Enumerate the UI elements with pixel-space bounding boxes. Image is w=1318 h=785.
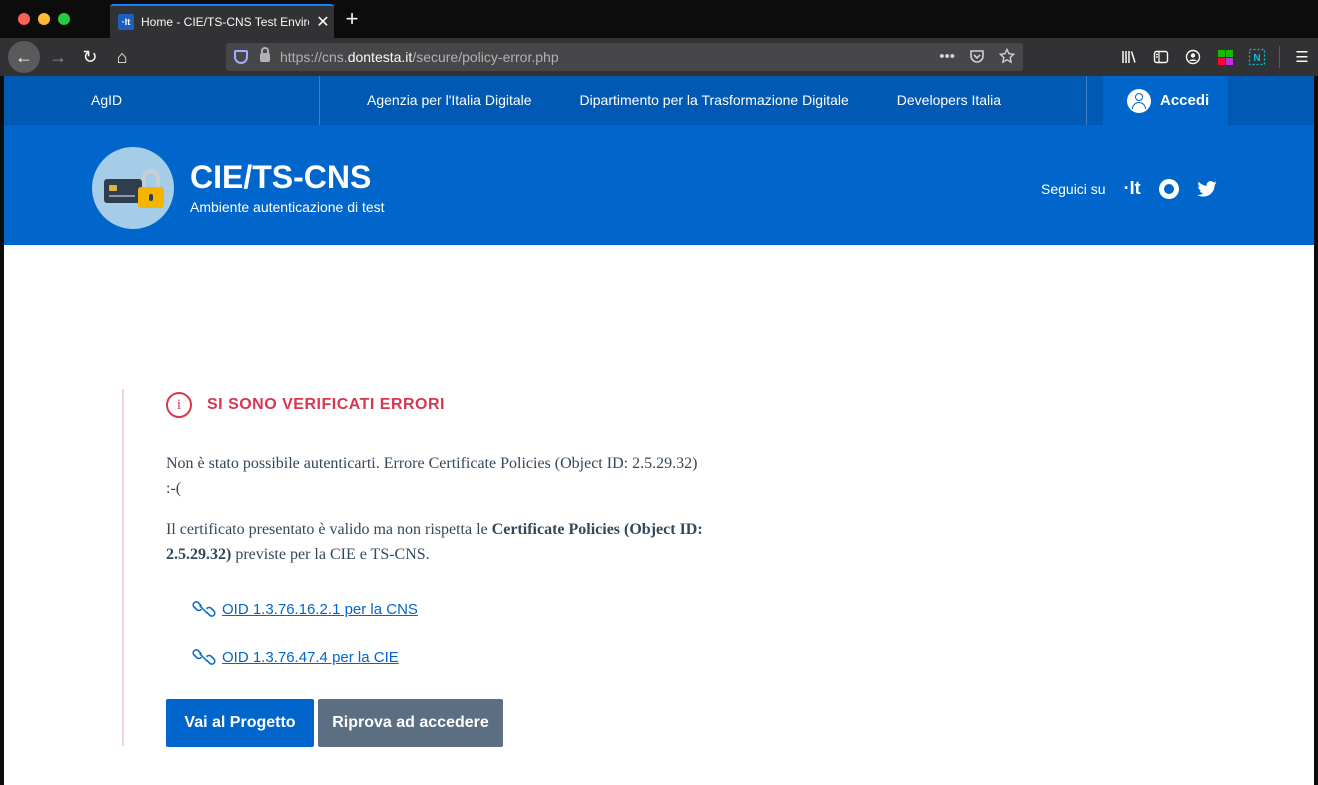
reload-button[interactable]: ↻ xyxy=(74,41,106,73)
tracking-shield-icon[interactable] xyxy=(234,50,248,64)
pocket-icon[interactable] xyxy=(969,48,985,68)
url-host: dontesta.it xyxy=(347,49,413,65)
forward-button[interactable]: → xyxy=(42,41,74,73)
tab-title: Home - CIE/TS-CNS Test Environment xyxy=(141,15,309,29)
github-icon[interactable] xyxy=(1158,178,1179,199)
project-button[interactable]: Vai al Progetto xyxy=(166,699,314,747)
sidebar-icon[interactable] xyxy=(1145,41,1177,73)
slim-links: Agenzia per l'Italia Digitale Dipartimen… xyxy=(367,92,1001,108)
error-heading: SI SONO VERIFICATI ERRORI xyxy=(207,396,445,413)
padlock-keyhole xyxy=(149,194,153,201)
tab-close-icon[interactable]: ✕ xyxy=(315,12,331,32)
error-detail-post: previste per la CIE e TS-CNS. xyxy=(231,546,430,563)
card-icon xyxy=(104,179,142,203)
login-label: Accedi xyxy=(1160,92,1210,109)
follow-label: Seguici su xyxy=(1041,180,1106,197)
slim-owner-link[interactable]: AgID xyxy=(91,92,122,108)
url-path: /secure/policy-error.php xyxy=(412,49,559,65)
brand-title[interactable]: CIE/TS-CNS xyxy=(190,159,371,196)
center-header: CIE/TS-CNS Ambiente autenticazione di te… xyxy=(4,125,1314,245)
callout-title: i SI SONO VERIFICATI ERRORI xyxy=(166,392,445,418)
url-bar[interactable]: https://cns.dontesta.it/secure/policy-er… xyxy=(226,43,1023,71)
back-button[interactable]: ← xyxy=(8,41,40,73)
info-circle-icon: i xyxy=(166,392,192,418)
error-detail-pre: Il certificato presentato è valido ma no… xyxy=(166,521,492,538)
slim-link-developers[interactable]: Developers Italia xyxy=(897,92,1001,108)
extension-n-icon[interactable]: N xyxy=(1241,41,1273,73)
twitter-icon[interactable] xyxy=(1196,180,1217,197)
slim-link-dipartimento[interactable]: Dipartimento per la Trasformazione Digit… xyxy=(580,92,849,108)
error-callout: i SI SONO VERIFICATI ERRORI Non è stato … xyxy=(122,389,722,747)
account-icon[interactable] xyxy=(1177,41,1209,73)
user-icon xyxy=(1127,88,1151,113)
browser-window: ·It Home - CIE/TS-CNS Test Environment ✕… xyxy=(0,0,1318,785)
toolbar-icons: N ☰ xyxy=(1113,41,1318,73)
card-chip xyxy=(109,185,117,191)
lock-icon[interactable] xyxy=(260,46,270,62)
url-prefix: https://cns. xyxy=(280,49,348,65)
designers-italia-icon[interactable]: ·It xyxy=(1124,178,1141,199)
slim-link-agid[interactable]: Agenzia per l'Italia Digitale xyxy=(367,92,532,108)
login-button[interactable]: Accedi xyxy=(1103,76,1228,125)
maximize-window-button[interactable] xyxy=(58,13,70,25)
extension-mosaic-icon[interactable] xyxy=(1209,41,1241,73)
oid-cie-label: OID 1.3.76.47.4 per la CIE xyxy=(222,648,399,666)
slim-divider xyxy=(1086,76,1087,125)
link-icon xyxy=(192,601,216,617)
error-message: Non è stato possibile autenticarti. Erro… xyxy=(166,455,698,497)
close-window-button[interactable] xyxy=(18,13,30,25)
error-detail: Il certificato presentato è valido ma no… xyxy=(166,517,706,567)
oid-cns-label: OID 1.3.76.16.2.1 per la CNS xyxy=(222,600,418,618)
menu-icon[interactable]: ☰ xyxy=(1286,41,1318,73)
new-tab-button[interactable]: + xyxy=(340,6,364,32)
cie-logo-icon[interactable] xyxy=(92,147,174,229)
link-icon xyxy=(192,649,216,665)
retry-login-button[interactable]: Riprova ad accedere xyxy=(318,699,503,747)
library-icon[interactable] xyxy=(1113,41,1145,73)
browser-tab[interactable]: ·It Home - CIE/TS-CNS Test Environment ✕ xyxy=(110,4,334,38)
url-actions: ••• xyxy=(939,47,1016,68)
svg-text:N: N xyxy=(1253,53,1260,64)
oid-cns-link[interactable]: OID 1.3.76.16.2.1 per la CNS xyxy=(192,597,418,621)
page-actions-icon[interactable]: ••• xyxy=(939,48,955,68)
web-page: AgID Agenzia per l'Italia Digitale Dipar… xyxy=(4,76,1314,785)
url-text[interactable]: https://cns.dontesta.it/secure/policy-er… xyxy=(280,49,559,65)
navigation-toolbar: ← → ↻ ⌂ https://cns.dontesta.it/secure/p… xyxy=(0,38,1318,76)
home-button[interactable]: ⌂ xyxy=(106,41,138,73)
padlock-shackle xyxy=(142,169,160,189)
slim-divider xyxy=(319,76,320,125)
tab-strip: ·It Home - CIE/TS-CNS Test Environment ✕… xyxy=(0,0,1318,38)
minimize-window-button[interactable] xyxy=(38,13,50,25)
toolbar-separator xyxy=(1279,46,1280,68)
tab-favicon-icon: ·It xyxy=(118,14,134,30)
social-links: Seguici su ·It xyxy=(1041,178,1217,199)
card-line xyxy=(109,195,135,197)
brand-subtitle: Ambiente autenticazione di test xyxy=(190,199,385,215)
bookmark-star-icon[interactable] xyxy=(998,47,1016,68)
oid-cie-link[interactable]: OID 1.3.76.47.4 per la CIE xyxy=(192,645,399,669)
slim-header: AgID Agenzia per l'Italia Digitale Dipar… xyxy=(4,76,1314,125)
